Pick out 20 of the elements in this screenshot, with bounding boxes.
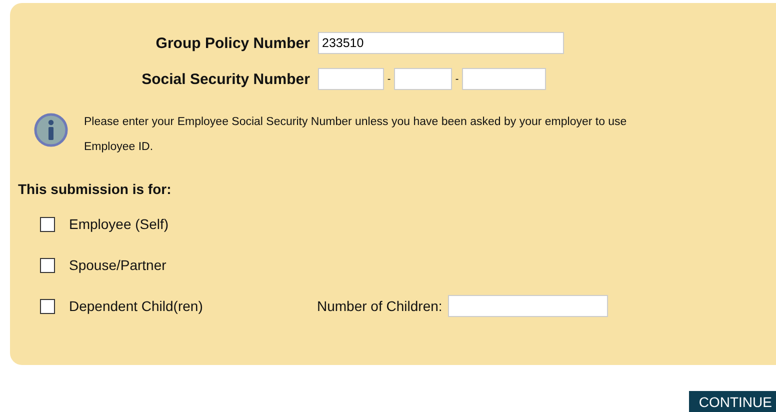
info-icon (34, 113, 68, 147)
ssn-field[interactable] (394, 68, 452, 90)
checkbox-label: Employee (Self) (69, 216, 170, 232)
dash-separator: - (386, 74, 392, 84)
checkbox[interactable] (40, 258, 55, 272)
field-label: Social Security Number (140, 70, 311, 88)
section-heading: This submission is for: (18, 181, 172, 197)
info-message: Please enter your Employee Social Security Number unless you have been asked by your employer to use Employee ID. (84, 115, 628, 155)
checkbox-label: Dependent Child(ren) (69, 298, 204, 314)
text-field[interactable]: 233510 (318, 32, 564, 54)
text-field[interactable] (448, 295, 608, 317)
dash-separator: - (454, 74, 460, 84)
field-label: Group Policy Number (154, 34, 311, 52)
ssn-field[interactable] (318, 68, 384, 90)
checkbox-label: Spouse/Partner (69, 257, 168, 273)
continue-button[interactable]: CONTINUE (688, 391, 776, 412)
checkbox[interactable] (40, 216, 55, 232)
ssn-field[interactable] (462, 68, 546, 90)
checkbox[interactable] (40, 298, 55, 314)
field-label: Number of Children: (317, 298, 442, 314)
